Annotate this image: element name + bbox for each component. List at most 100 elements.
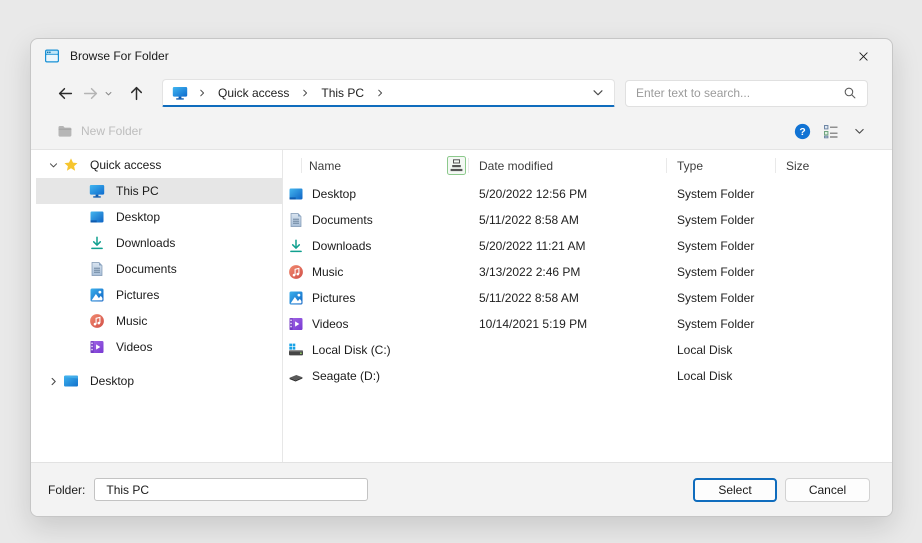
file-name-cell: Desktop [283,186,469,202]
file-name: Videos [312,317,349,331]
sidebar-item-documents[interactable]: Documents [31,256,282,282]
view-options-button[interactable] [823,123,839,139]
file-name-cell: Pictures [283,290,469,306]
music-icon [288,264,304,280]
downloads-icon [288,238,304,254]
close-button[interactable] [848,42,878,70]
chevron-right-icon[interactable] [43,371,63,391]
sidebar-item-quick-access[interactable]: Quick access [31,152,282,178]
external-drive-icon [288,368,304,384]
documents-icon [89,261,105,277]
column-header-date-modified[interactable]: Date modified [469,150,667,181]
folder-label: Folder: [48,482,86,497]
content-area: Quick access This PC Desktop Downloads Docum… [31,150,892,462]
file-row-music[interactable]: Music 3/13/2022 2:46 PM System Folder [283,259,892,285]
sidebar-item-pictures[interactable]: Pictures [31,282,282,308]
file-name: Documents [312,213,373,227]
file-row-downloads[interactable]: Downloads 5/20/2022 11:21 AM System Folder [283,233,892,259]
file-date-modified: 10/14/2021 5:19 PM [479,317,588,331]
column-label: Name [309,158,342,173]
videos-icon [89,339,105,355]
cancel-button-label: Cancel [808,482,847,497]
this-pc-icon [172,85,188,101]
sidebar-item-videos[interactable]: Videos [31,334,282,360]
help-button[interactable]: ? [794,123,811,140]
file-row-videos[interactable]: Videos 10/14/2021 5:19 PM System Folder [283,311,892,337]
file-type: System Folder [677,239,755,253]
file-name-cell: Seagate (D:) [283,368,469,384]
search-box [625,79,868,107]
title-bar: Browse For Folder [31,39,892,73]
sidebar-item-label: Quick access [90,158,162,172]
file-name: Desktop [312,187,357,201]
sidebar-item-music[interactable]: Music [31,308,282,334]
back-button[interactable] [53,81,77,105]
cancel-button[interactable]: Cancel [785,477,870,502]
toolbar-right-group: ? [794,123,866,140]
file-name: Seagate (D:) [312,369,381,383]
file-row-documents[interactable]: Documents 5/11/2022 8:58 AM System Folder [283,207,892,233]
sidebar-item-label: Desktop [116,210,161,224]
file-name-cell: Videos [283,316,469,332]
file-row-pictures[interactable]: Pictures 5/11/2022 8:58 AM System Folder [283,285,892,311]
column-header-size[interactable]: Size [776,150,892,181]
file-date-modified: 5/20/2022 11:21 AM [479,239,586,253]
file-type: Local Disk [677,343,733,357]
file-type: Local Disk [677,369,733,383]
star-icon [63,157,79,173]
file-name-cell: Documents [283,212,469,228]
up-button[interactable] [124,81,148,105]
pictures-icon [288,290,304,306]
chevron-down-icon[interactable] [43,155,63,175]
address-dropdown-icon[interactable] [591,86,605,100]
breadcrumb-quick-access[interactable]: Quick access [216,84,291,102]
sidebar-item-label: Videos [116,340,153,354]
browse-for-folder-dialog: Browse For Folder Quick access This PC E… [30,38,893,517]
sidebar-item-downloads[interactable]: Downloads [31,230,282,256]
new-folder-label: New Folder [81,124,143,138]
new-folder-icon [57,123,73,139]
file-date-modified: 5/11/2022 8:58 AM [479,291,579,305]
sidebar-item-desktop[interactable]: Desktop [31,368,282,394]
file-row-seagate-d[interactable]: Seagate (D:) Local Disk [283,363,892,389]
column-header-type[interactable]: Type [667,150,776,181]
sidebar-item-label: Desktop [90,374,135,388]
search-input[interactable] [636,86,843,100]
new-folder-button[interactable]: New Folder [57,123,142,139]
file-row-local-disk-c[interactable]: Local Disk (C:) Local Disk [283,337,892,363]
forward-button[interactable] [78,81,102,105]
column-label: Type [677,158,704,173]
desktop-root-icon [63,373,79,389]
file-list-pane: Name Date modified Type Size Desktop 5/20… [283,150,892,462]
select-button[interactable]: Select [693,477,777,502]
file-name-cell: Music [283,264,469,280]
breadcrumb-this-pc[interactable]: This PC [319,84,366,102]
file-type: System Folder [677,187,755,201]
file-type: System Folder [677,265,755,279]
search-icon[interactable] [843,86,857,100]
more-options-button[interactable] [853,125,866,138]
sidebar-item-label: Music [116,314,148,328]
folder-input[interactable] [94,478,369,501]
breadcrumb-chevron-icon [375,88,385,98]
column-header-name[interactable]: Name [302,150,469,181]
pictures-icon [89,287,105,303]
music-icon [89,313,105,329]
file-name: Music [312,265,344,279]
file-row-desktop[interactable]: Desktop 5/20/2022 12:56 PM System Folder [283,181,892,207]
select-button-label: Select [718,482,752,497]
header-stub [283,150,302,181]
sidebar-item-label: Documents [116,262,177,276]
address-bar[interactable]: Quick access This PC [162,79,615,107]
sidebar-item-this-pc[interactable]: This PC [36,178,282,204]
downloads-icon [89,235,105,251]
history-dropdown-button[interactable] [102,81,115,105]
sidebar-item-desktop[interactable]: Desktop [31,204,282,230]
